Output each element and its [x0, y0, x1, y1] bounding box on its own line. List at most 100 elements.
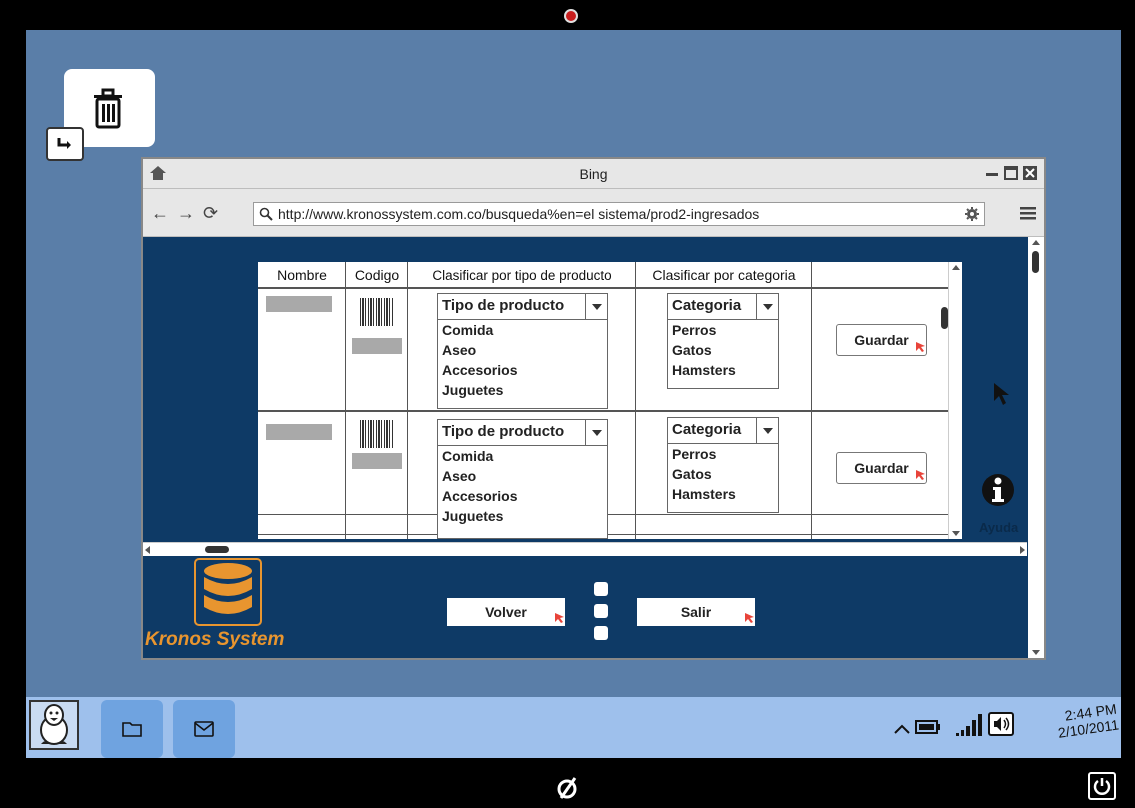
- option-accesorios[interactable]: Accesorios: [438, 486, 607, 506]
- option-gatos[interactable]: Gatos: [668, 464, 778, 484]
- info-icon[interactable]: [981, 472, 1015, 513]
- scroll-up-icon[interactable]: [952, 265, 960, 270]
- category-select-label: Categoria: [672, 297, 742, 314]
- brand-name: Kronos System: [145, 629, 285, 650]
- option-accesorios[interactable]: Accesorios: [438, 360, 607, 380]
- scroll-down-icon[interactable]: [952, 531, 960, 536]
- database-logo-icon: [193, 557, 263, 632]
- navigation-bar: ← → ⟳ http://www.kronossystem.com.co/bus…: [143, 189, 1044, 237]
- option-hamsters[interactable]: Hamsters: [668, 484, 778, 504]
- category-select[interactable]: Categoria Perros Gatos Hamsters: [667, 417, 779, 513]
- taskbar: 2:44 PM 2/10/2011: [26, 697, 1121, 758]
- address-bar[interactable]: http://www.kronossystem.com.co/busqueda%…: [253, 202, 985, 226]
- table-scroll-thumb[interactable]: [941, 307, 948, 329]
- option-perros[interactable]: Perros: [668, 320, 778, 340]
- product-name-placeholder: [266, 424, 332, 440]
- back-button-label: Volver: [485, 604, 527, 620]
- trash-icon: [94, 88, 122, 129]
- browser-window: Bing ← → ⟳ http://www.kronossystem.com.c…: [141, 157, 1046, 660]
- row-divider: [258, 514, 962, 515]
- barcode-icon: [360, 298, 394, 326]
- forward-arrow-icon[interactable]: →: [177, 204, 195, 222]
- system-clock[interactable]: 2:44 PM 2/10/2011: [1036, 701, 1120, 744]
- maximize-icon[interactable]: [1003, 165, 1019, 181]
- header-tipo: Clasificar por tipo de producto: [432, 267, 612, 283]
- page-vertical-scrollbar[interactable]: [1028, 237, 1044, 658]
- scroll-up-icon[interactable]: [1032, 240, 1040, 245]
- scroll-right-icon[interactable]: [1020, 546, 1025, 554]
- back-arrow-icon[interactable]: ←: [151, 204, 169, 222]
- chevron-down-icon[interactable]: [585, 294, 607, 319]
- battery-icon[interactable]: [915, 720, 941, 739]
- column-actions: [812, 262, 948, 539]
- category-select-label: Categoria: [672, 421, 742, 438]
- chevron-down-icon[interactable]: [756, 294, 778, 319]
- option-aseo[interactable]: Aseo: [438, 340, 607, 360]
- start-menu-linux-icon[interactable]: [29, 700, 79, 750]
- shortcut-arrow-icon: [46, 127, 84, 161]
- back-button[interactable]: Volver: [447, 598, 565, 626]
- category-select[interactable]: Categoria Perros Gatos Hamsters: [667, 293, 779, 389]
- scroll-left-icon[interactable]: [145, 546, 150, 554]
- save-button[interactable]: Guardar: [836, 452, 927, 484]
- title-bar: Bing: [143, 159, 1044, 189]
- page-scroll-thumb[interactable]: [1032, 251, 1039, 273]
- option-gatos[interactable]: Gatos: [668, 340, 778, 360]
- save-button-label: Guardar: [854, 460, 909, 476]
- product-code-placeholder: [352, 338, 402, 354]
- gear-icon[interactable]: [964, 206, 980, 225]
- save-button[interactable]: Guardar: [836, 324, 927, 356]
- option-juguetes[interactable]: Juguetes: [438, 506, 607, 526]
- url-text: http://www.kronossystem.com.co/busqueda%…: [278, 206, 760, 222]
- menu-icon[interactable]: [1020, 205, 1036, 226]
- header-categoria: Clasificar por categoria: [652, 267, 796, 283]
- option-hamsters[interactable]: Hamsters: [668, 360, 778, 380]
- minimize-icon[interactable]: [984, 165, 1000, 181]
- option-comida[interactable]: Comida: [438, 320, 607, 340]
- product-type-select[interactable]: Tipo de producto Comida Aseo Accesorios …: [437, 419, 608, 539]
- exit-button-label: Salir: [680, 604, 712, 620]
- mouse-cursor-icon: [992, 381, 1010, 412]
- search-icon: [259, 207, 273, 224]
- folder-icon[interactable]: [101, 700, 163, 758]
- option-comida[interactable]: Comida: [438, 446, 607, 466]
- pointer-cursor-icon: [914, 467, 926, 483]
- chevron-down-icon[interactable]: [585, 420, 607, 445]
- product-code-placeholder: [352, 453, 402, 469]
- mail-icon[interactable]: [173, 700, 235, 758]
- power-icon[interactable]: [1088, 772, 1116, 800]
- camera-indicator: [564, 9, 578, 23]
- product-type-select-label: Tipo de producto: [442, 297, 565, 314]
- option-perros[interactable]: Perros: [668, 444, 778, 464]
- save-button-label: Guardar: [854, 332, 909, 348]
- row-divider: [258, 534, 962, 535]
- pointer-cursor-icon: [553, 610, 565, 626]
- row-divider: [258, 410, 962, 412]
- help-label[interactable]: Ayuda: [979, 520, 1018, 535]
- header-nombre: Nombre: [277, 267, 327, 283]
- product-name-placeholder: [266, 296, 332, 312]
- volume-icon[interactable]: [988, 712, 1014, 741]
- device-bezel: Bing ← → ⟳ http://www.kronossystem.com.c…: [0, 0, 1135, 808]
- product-type-select-label: Tipo de producto: [442, 423, 565, 440]
- horizontal-scrollbar[interactable]: [143, 542, 1027, 556]
- pointer-cursor-icon: [914, 339, 926, 355]
- header-codigo: Codigo: [354, 267, 400, 283]
- horizontal-scroll-thumb[interactable]: [205, 546, 229, 553]
- table-vertical-scrollbar[interactable]: [941, 262, 962, 539]
- chevron-down-icon[interactable]: [756, 418, 778, 443]
- close-icon[interactable]: [1022, 165, 1038, 181]
- scroll-down-icon[interactable]: [1032, 650, 1040, 655]
- window-title: Bing: [579, 166, 608, 182]
- option-juguetes[interactable]: Juguetes: [438, 380, 607, 400]
- device-logo-icon[interactable]: [555, 776, 579, 805]
- option-aseo[interactable]: Aseo: [438, 466, 607, 486]
- header-divider: [258, 287, 962, 289]
- products-table: Nombre Codigo Clasificar por tipo de pro…: [258, 262, 962, 539]
- signal-icon[interactable]: [956, 711, 984, 742]
- exit-button[interactable]: Salir: [637, 598, 755, 626]
- chevron-up-icon[interactable]: [894, 721, 910, 739]
- desktop: Bing ← → ⟳ http://www.kronossystem.com.c…: [26, 30, 1121, 758]
- product-type-select[interactable]: Tipo de producto Comida Aseo Accesorios …: [437, 293, 608, 409]
- reload-icon[interactable]: ⟳: [203, 204, 218, 222]
